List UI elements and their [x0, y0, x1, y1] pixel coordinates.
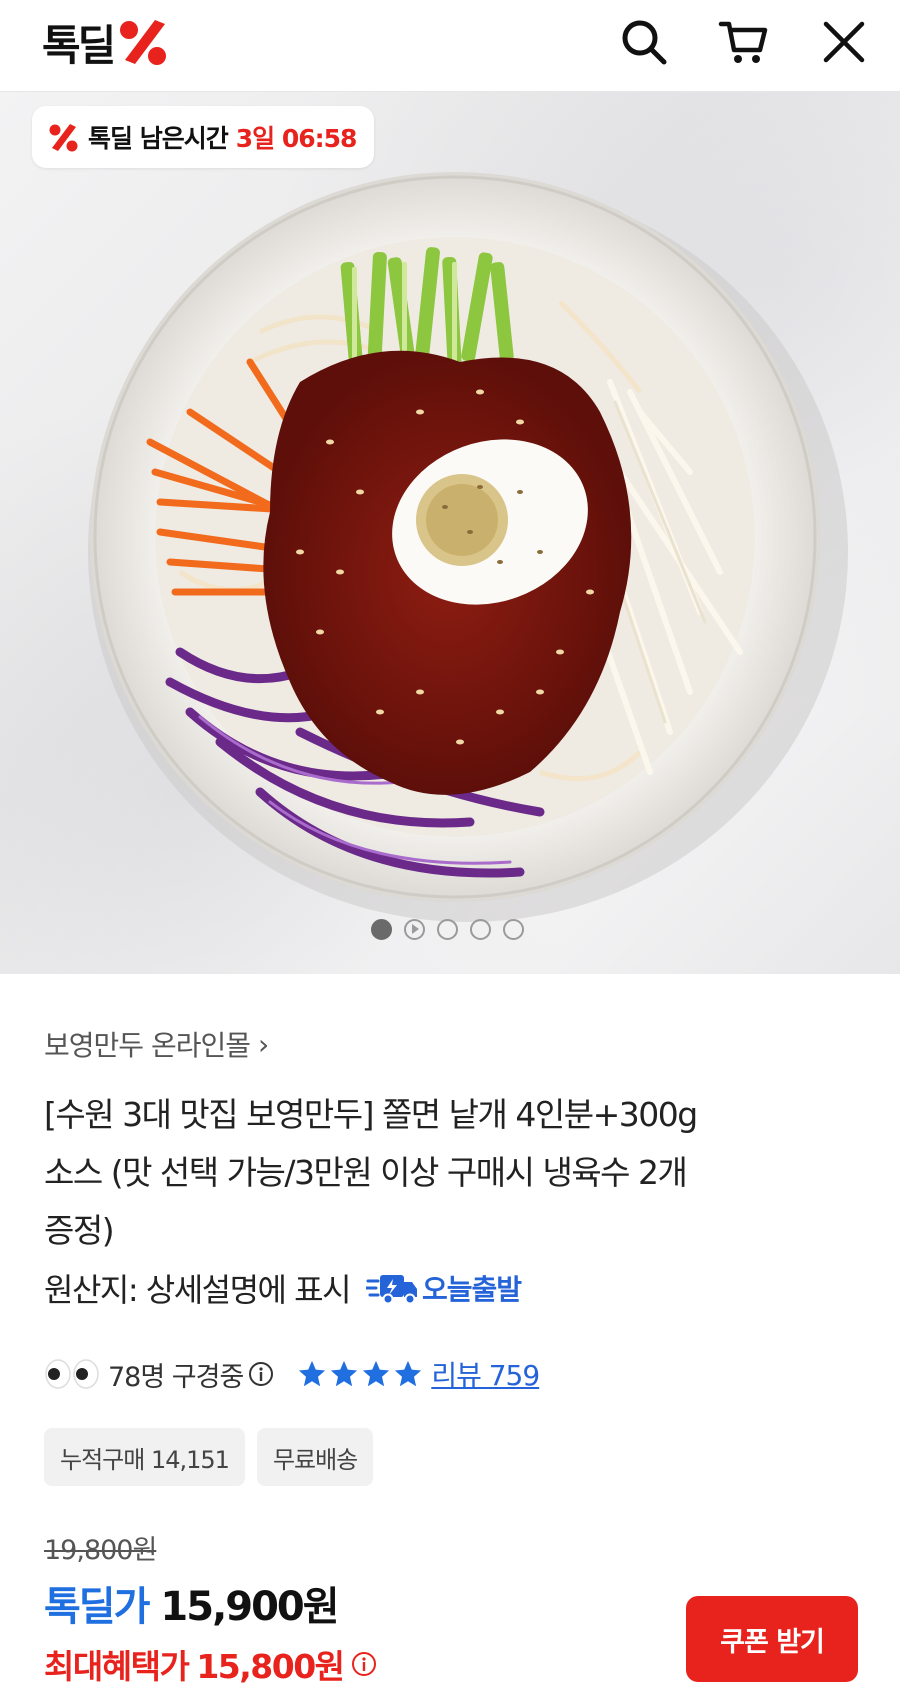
percent-logo-icon [120, 20, 167, 65]
carousel-dot-video[interactable] [404, 918, 425, 940]
seller-link[interactable]: 보영만두 온라인몰 › [44, 1024, 269, 1064]
carousel-dot[interactable] [470, 918, 491, 940]
star-icon [331, 1360, 358, 1387]
star-icon [395, 1360, 422, 1387]
origin-text: 원산지: 상세설명에 표시 [44, 1271, 352, 1309]
product-photo [88, 172, 848, 922]
carousel-indicator [371, 918, 536, 940]
max-benefit-price: 15,800원 [196, 1647, 345, 1686]
original-price: 19,800원 [44, 1535, 157, 1566]
product-chips: 누적구매 14,151 무료배송 [44, 1428, 385, 1486]
product-title: [수원 3대 맛집 보영만두] 쫄면 낱개 4인분+300g 소스 (맛 선택 … [44, 1086, 844, 1260]
chevron-right-icon: › [257, 1027, 269, 1061]
cart-icon[interactable] [716, 14, 772, 70]
search-icon[interactable] [616, 14, 672, 70]
cumulative-purchase-chip: 누적구매 14,151 [44, 1428, 245, 1486]
play-icon [411, 924, 419, 934]
title-line: 소스 (맛 선택 가능/3만원 이상 구매시 냉육수 2개 [44, 1153, 688, 1192]
deal-timer-badge: 톡딜 남은시간 3일 06:58 [32, 106, 375, 168]
talkdeal-logo[interactable]: 톡딜 [42, 14, 171, 70]
eyes-icon [45, 1359, 99, 1389]
logo-text: 톡딜 [42, 20, 116, 70]
free-shipping-chip: 무료배송 [256, 1428, 374, 1486]
close-icon[interactable] [816, 14, 872, 70]
sale-price: 15,900원 [160, 1584, 339, 1630]
timer-label: 톡딜 남은시간 [88, 124, 229, 153]
seller-name: 보영만두 온라인몰 [44, 1029, 251, 1062]
review-link[interactable]: 리뷰 759 [431, 1354, 540, 1394]
product-image-carousel[interactable]: 톡딜 남은시간 3일 06:58 [0, 92, 900, 974]
percent-icon [49, 124, 78, 152]
same-day-shipping-badge: 오늘출발 [366, 1268, 522, 1308]
title-line: 증정) [44, 1211, 115, 1250]
star-icon [299, 1360, 326, 1387]
carousel-dot[interactable] [437, 918, 458, 940]
info-icon[interactable] [247, 1360, 275, 1388]
delivery-truck-icon [366, 1275, 418, 1305]
title-line: [수원 3대 맛집 보영만두] 쫄면 낱개 4인분+300g [44, 1095, 698, 1134]
sale-price-row: 톡딜가 15,900원 [44, 1574, 340, 1632]
info-icon[interactable] [350, 1650, 378, 1678]
carousel-dot-active[interactable] [371, 918, 392, 940]
app-header: 톡딜 [0, 0, 900, 92]
max-benefit-row: 최대혜택가 15,800원 [44, 1640, 378, 1688]
carousel-dot[interactable] [503, 918, 524, 940]
sale-label: 톡딜가 [44, 1584, 150, 1630]
rating-stars [297, 1359, 425, 1389]
timer-value: 3일 06:58 [235, 124, 358, 153]
coupon-button[interactable]: 쿠폰 받기 [686, 1596, 858, 1682]
stats-row: 78명 구경중 리뷰 759 [44, 1353, 540, 1395]
max-benefit-label: 최대혜택가 [44, 1647, 190, 1686]
shipping-label: 오늘출발 [422, 1273, 522, 1306]
viewers-count: 78명 구경중 [108, 1361, 244, 1393]
origin-row: 원산지: 상세설명에 표시 오늘출발 [44, 1265, 522, 1311]
star-icon [363, 1360, 390, 1387]
